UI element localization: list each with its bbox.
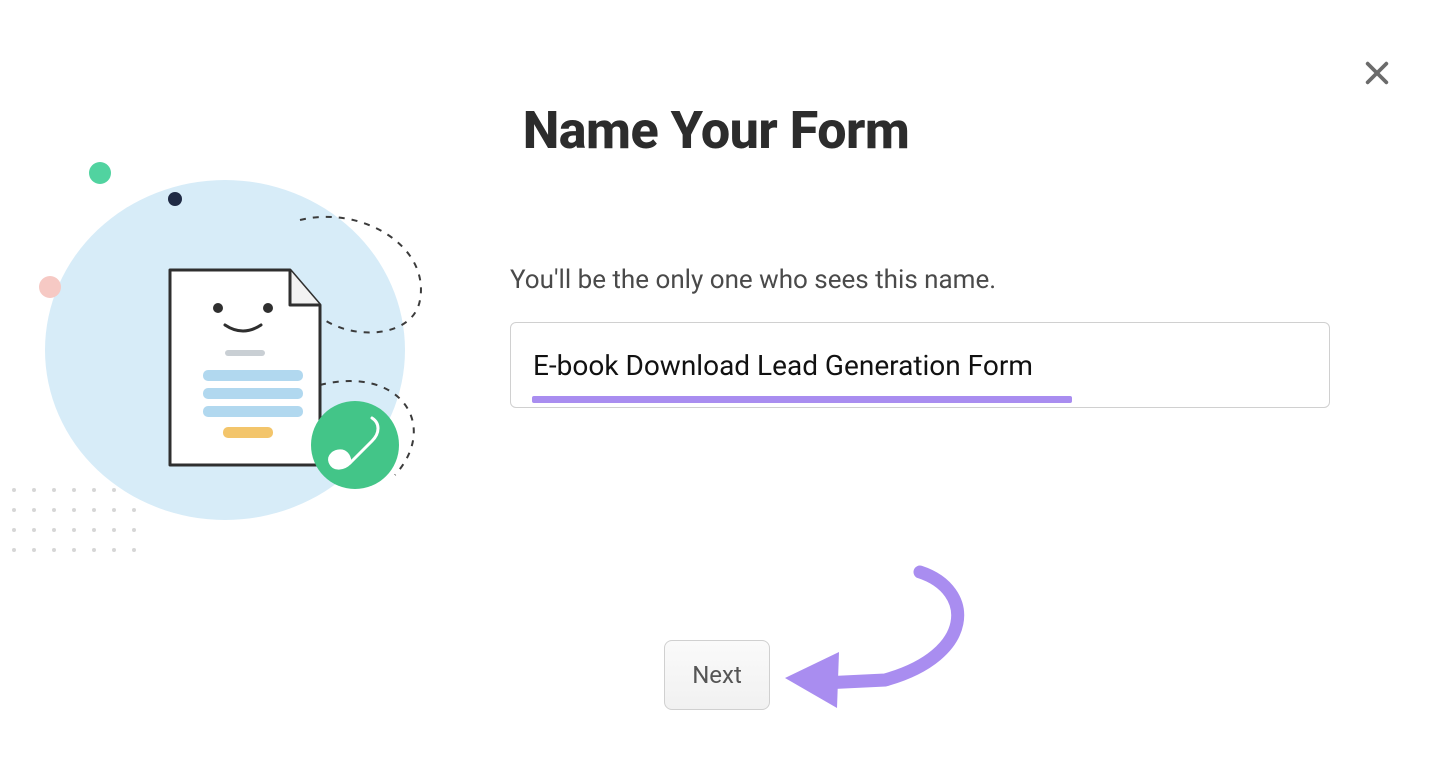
close-button[interactable] (1357, 55, 1397, 95)
modal-subtitle: You'll be the only one who sees this nam… (510, 265, 996, 295)
annotation-underline (532, 396, 1072, 403)
close-icon (1363, 59, 1391, 91)
form-name-field-wrapper (510, 322, 1330, 408)
modal-title: Name Your Form (0, 100, 1432, 161)
form-illustration (0, 155, 460, 555)
next-button[interactable]: Next (664, 640, 770, 710)
annotation-arrow (775, 560, 995, 720)
